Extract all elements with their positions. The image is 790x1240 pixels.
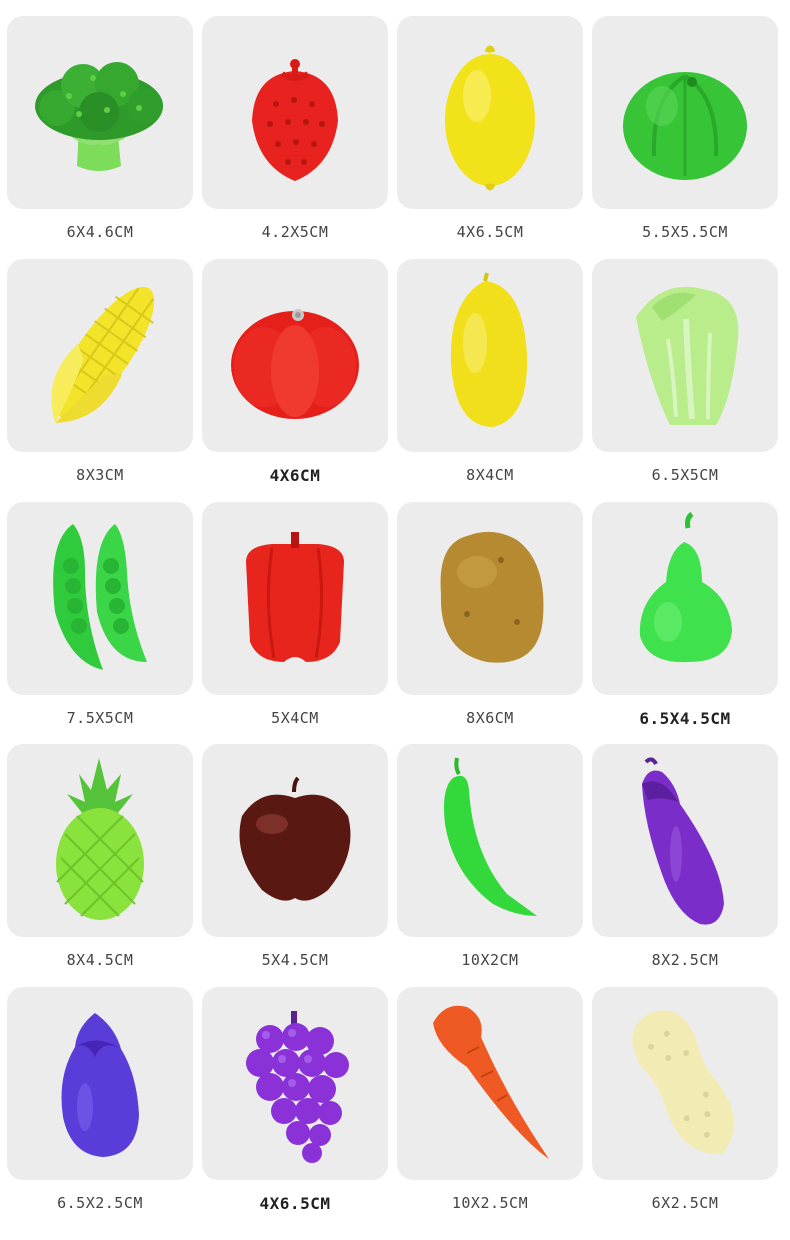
size-label: 10X2.5CM: [451, 1194, 529, 1212]
item-apple: 5X4.5CM: [202, 744, 388, 969]
item-pear: 6.5X4.5CM: [592, 502, 778, 728]
size-label: 5X4CM: [271, 709, 319, 727]
size-label: 6X4.6CM: [66, 223, 134, 241]
size-label: 6.5X2.5CM: [57, 1194, 143, 1212]
item-tomato: 4X6CM: [202, 259, 388, 485]
eggplant-image: [592, 744, 778, 937]
item-strawberry: 4.2X5CM: [202, 16, 388, 241]
size-label: 6X2.5CM: [651, 1194, 719, 1212]
item-potato: 8X6CM: [397, 502, 583, 727]
size-label: 8X2.5CM: [651, 951, 719, 969]
bell-pepper-image: [202, 502, 388, 695]
item-pineapple: 8X4.5CM: [7, 744, 193, 969]
item-peanut: 6X2.5CM: [592, 987, 778, 1212]
item-cabbage: 5.5X5.5CM: [592, 16, 778, 241]
lemon-image: [397, 16, 583, 209]
broccoli-image: [7, 16, 193, 209]
item-carrot: 10X2.5CM: [397, 987, 583, 1212]
size-label: 8X6CM: [466, 709, 514, 727]
size-label: 10X2CM: [461, 951, 519, 969]
potato-image: [397, 502, 583, 695]
pineapple-image: [7, 744, 193, 937]
product-size-grid: 6X4.6CM 4.2X5CM 4X6.5CM 5.5X5.5CM 8X3CM …: [0, 0, 790, 1240]
green-chili-image: [397, 744, 583, 937]
grapes-image: [202, 987, 388, 1180]
size-label: 7.5X5CM: [66, 709, 134, 727]
size-label: 4.2X5CM: [261, 223, 329, 241]
item-mango: 8X4CM: [397, 259, 583, 484]
size-label: 6.5X5CM: [651, 466, 719, 484]
item-lemon: 4X6.5CM: [397, 16, 583, 241]
item-broccoli: 6X4.6CM: [7, 16, 193, 241]
carrot-image: [397, 987, 583, 1180]
size-label: 8X4CM: [466, 466, 514, 484]
strawberry-image: [202, 16, 388, 209]
size-label: 6.5X4.5CM: [639, 709, 731, 728]
size-label: 5.5X5.5CM: [642, 223, 728, 241]
mango-image: [397, 259, 583, 452]
small-eggplant-image: [7, 987, 193, 1180]
tomato-image: [202, 259, 388, 452]
item-chinese-cabbage: 6.5X5CM: [592, 259, 778, 484]
apple-image: [202, 744, 388, 937]
size-label: 8X4.5CM: [66, 951, 134, 969]
chinese-cabbage-image: [592, 259, 778, 452]
item-eggplant: 8X2.5CM: [592, 744, 778, 969]
item-corn: 8X3CM: [7, 259, 193, 484]
pea-pod-image: [7, 502, 193, 695]
item-pea-pod: 7.5X5CM: [7, 502, 193, 727]
size-label: 8X3CM: [76, 466, 124, 484]
pear-image: [592, 502, 778, 695]
corn-image: [7, 259, 193, 452]
size-label: 4X6.5CM: [259, 1194, 331, 1213]
item-bell-pepper: 5X4CM: [202, 502, 388, 727]
size-label: 4X6CM: [269, 466, 321, 485]
size-label: 4X6.5CM: [456, 223, 524, 241]
item-green-chili: 10X2CM: [397, 744, 583, 969]
item-grapes: 4X6.5CM: [202, 987, 388, 1213]
cabbage-image: [592, 16, 778, 209]
item-small-eggplant: 6.5X2.5CM: [7, 987, 193, 1212]
peanut-image: [592, 987, 778, 1180]
size-label: 5X4.5CM: [261, 951, 329, 969]
